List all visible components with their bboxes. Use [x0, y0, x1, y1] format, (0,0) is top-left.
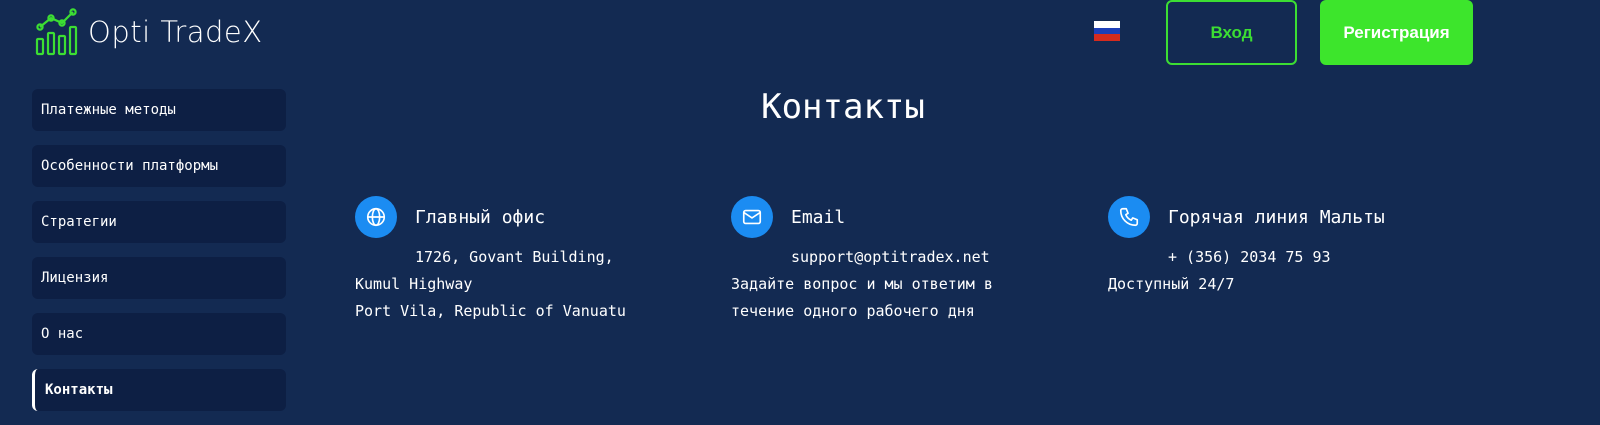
contact-details: + (356) 2034 75 93 Доступный 24/7	[1108, 244, 1331, 298]
mail-icon	[731, 196, 773, 238]
logo-text: Opti TradeX	[88, 15, 263, 49]
header: Opti TradeX Вход Регистрация	[0, 0, 1600, 70]
sidebar-item-contacts[interactable]: Контакты	[32, 369, 286, 411]
contact-line: Доступный 24/7	[1108, 275, 1235, 293]
contact-line: Port Vila, Republic of Vanuatu	[355, 302, 626, 320]
register-button[interactable]: Регистрация	[1320, 0, 1473, 65]
contact-title: Горячая линия Мальты	[1168, 207, 1385, 228]
sidebar-item-license[interactable]: Лицензия	[32, 257, 286, 299]
sidebar-item-about[interactable]: О нас	[32, 313, 286, 355]
contact-line: 1726, Govant Building,	[415, 248, 614, 266]
sidebar-item-strategies[interactable]: Стратегии	[32, 201, 286, 243]
logo-chart-icon	[35, 8, 78, 56]
contact-title: Email	[791, 207, 846, 228]
contact-title: Главный офис	[415, 207, 546, 228]
contact-details: 1726, Govant Building, Kumul Highway Por…	[355, 244, 626, 325]
page-title: Контакты	[761, 87, 925, 127]
sidebar: Платежные методы Особенности платформы С…	[32, 89, 286, 425]
sidebar-item-platform-features[interactable]: Особенности платформы	[32, 145, 286, 187]
phone-icon	[1108, 196, 1150, 238]
russian-flag-icon[interactable]	[1094, 21, 1120, 41]
sidebar-item-payment-methods[interactable]: Платежные методы	[32, 89, 286, 131]
globe-icon	[355, 196, 397, 238]
contact-details: support@optitradex.net Задайте вопрос и …	[731, 244, 993, 325]
contact-line: течение одного рабочего дня	[731, 302, 975, 320]
contact-line: Задайте вопрос и мы ответим в	[731, 275, 993, 293]
login-button[interactable]: Вход	[1166, 0, 1297, 65]
email-link[interactable]: support@optitradex.net	[731, 244, 993, 271]
phone-link[interactable]: + (356) 2034 75 93	[1108, 244, 1331, 271]
logo[interactable]: Opti TradeX	[34, 7, 263, 57]
contact-line: Kumul Highway	[355, 275, 473, 293]
